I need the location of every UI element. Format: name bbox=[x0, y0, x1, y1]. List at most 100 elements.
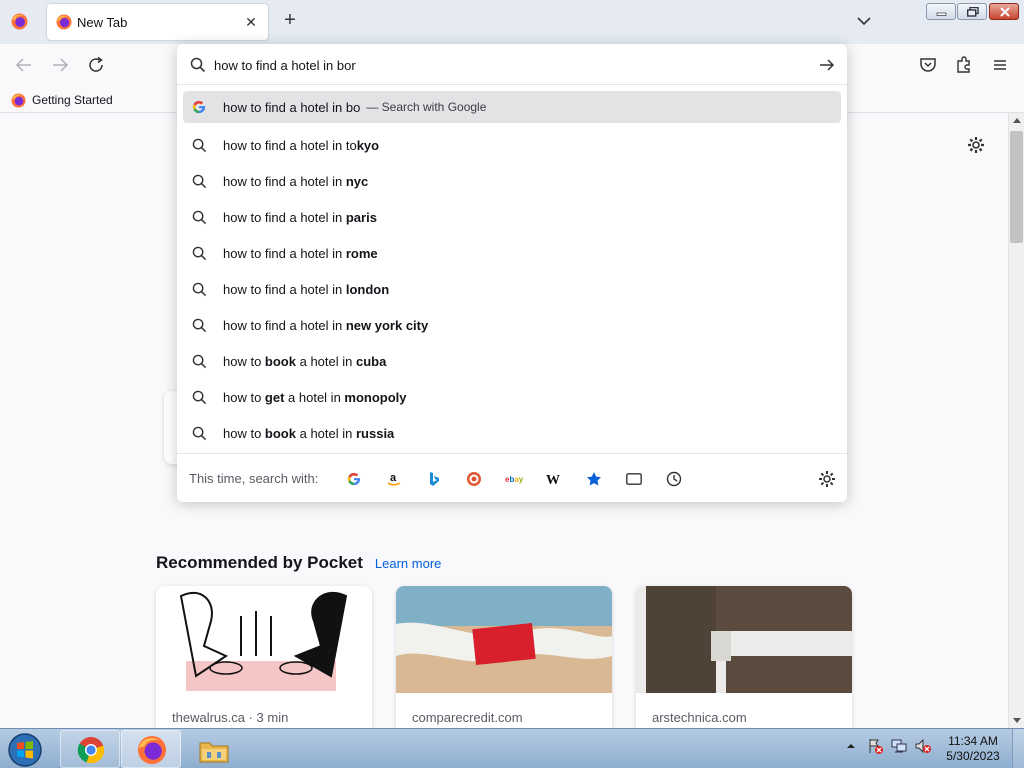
extensions-icon[interactable] bbox=[952, 53, 976, 77]
google-icon[interactable] bbox=[344, 469, 364, 489]
duckduckgo-icon[interactable] bbox=[464, 469, 484, 489]
restore-button[interactable] bbox=[957, 3, 987, 20]
suggestion-fragment: a hotel in bbox=[295, 353, 356, 369]
pocket-title: Recommended by Pocket bbox=[156, 553, 363, 572]
suggestion-text: how to get a hotel in monopoly bbox=[223, 390, 407, 405]
suggestion-row[interactable]: how to find a hotel in paris bbox=[183, 199, 841, 235]
suggestion-highlight: new york city bbox=[345, 317, 429, 333]
windows-start-icon[interactable] bbox=[4, 731, 46, 768]
search-icon bbox=[191, 281, 207, 297]
suggestion-fragment: how to bbox=[223, 425, 265, 441]
taskbar-chrome[interactable] bbox=[60, 730, 120, 768]
scroll-up-icon[interactable] bbox=[1013, 117, 1021, 123]
volume-muted-icon[interactable] bbox=[914, 737, 932, 755]
tabs-icon[interactable] bbox=[624, 469, 644, 489]
suggestion-highlight: paris bbox=[345, 209, 377, 225]
action-center-flag-icon[interactable] bbox=[866, 737, 884, 755]
story-source: arstechnica.com bbox=[652, 710, 747, 725]
suggestion-text: how to find a hotel in tokyo bbox=[223, 138, 379, 153]
gear-icon[interactable] bbox=[966, 135, 986, 155]
pocket-story-card[interactable]: thewalrus.ca · 3 min bbox=[156, 586, 372, 728]
suggestion-fragment: how to find a hotel in bbox=[223, 245, 346, 261]
suggestion-row[interactable]: how to find a hotel in london bbox=[183, 271, 841, 307]
suggestion-row[interactable]: how to find a hotel in rome bbox=[183, 235, 841, 271]
suggestion-text: how to find a hotel in rome bbox=[223, 246, 378, 261]
suggestion-text: how to book a hotel in russia bbox=[223, 426, 394, 441]
amazon-icon[interactable]: a bbox=[384, 469, 404, 489]
url-input[interactable] bbox=[214, 53, 794, 77]
suggestion-row[interactable]: how to book a hotel in russia bbox=[183, 415, 841, 451]
search-icon bbox=[191, 389, 207, 405]
bookmark-getting-started[interactable]: Getting Started bbox=[11, 91, 113, 109]
close-icon[interactable]: ✕ bbox=[242, 13, 260, 31]
windows-taskbar: 11:34 AM 5/30/2023 bbox=[0, 728, 1024, 768]
story-source: thewalrus.ca · 3 min bbox=[172, 710, 289, 725]
svg-text:ebay: ebay bbox=[505, 475, 523, 484]
suggestion-fragment: how to find a hotel in bbox=[223, 281, 346, 297]
suggestion-highlight: nyc bbox=[345, 173, 369, 189]
plus-icon[interactable]: + bbox=[278, 9, 302, 33]
firefox-icon[interactable] bbox=[11, 13, 28, 30]
suggestion-text: how to find a hotel in london bbox=[223, 282, 389, 297]
story-image bbox=[396, 586, 612, 693]
suggestion-fragment: how to bbox=[223, 389, 265, 405]
suggestion-fragment: how to find a hotel in bbox=[223, 209, 346, 225]
suggestion-row[interactable]: how to book a hotel in cuba bbox=[183, 343, 841, 379]
search-icon bbox=[191, 317, 207, 333]
suggestion-text: how to find a hotel in paris bbox=[223, 210, 377, 225]
svg-text:a: a bbox=[390, 472, 397, 484]
taskbar-firefox[interactable] bbox=[121, 730, 181, 768]
chrome-icon bbox=[77, 737, 105, 764]
scroll-down-icon[interactable] bbox=[1013, 718, 1021, 724]
ebay-icon[interactable]: ebay bbox=[504, 469, 524, 489]
suggestion-row[interactable]: how to find a hotel in bo — Search with G… bbox=[183, 91, 841, 123]
taskbar-file-explorer[interactable] bbox=[182, 730, 242, 768]
suggestion-highlight: kyo bbox=[356, 137, 380, 153]
tab-new-tab[interactable]: New Tab ✕ bbox=[47, 4, 268, 40]
chevron-down-icon[interactable] bbox=[852, 11, 876, 31]
firefox-icon bbox=[56, 14, 72, 30]
suggestion-text: how to find a hotel in bo bbox=[223, 100, 360, 115]
suggestion-highlight: monopoly bbox=[344, 389, 407, 405]
suggestion-text: how to book a hotel in cuba bbox=[223, 354, 386, 369]
minimize-icon bbox=[936, 12, 947, 16]
forward-arrow-icon[interactable] bbox=[48, 53, 72, 77]
reload-icon[interactable] bbox=[84, 53, 108, 77]
suggestion-highlight: book bbox=[264, 353, 296, 369]
pocket-icon[interactable] bbox=[916, 53, 940, 77]
suggestion-highlight: london bbox=[345, 281, 390, 297]
suggestion-fragment: how to find a hotel in bbox=[223, 317, 346, 333]
one-off-search-bar: This time, search with: a ebay W bbox=[177, 453, 847, 502]
back-arrow-icon[interactable] bbox=[12, 53, 36, 77]
clock-time: 11:34 AM bbox=[948, 734, 998, 748]
suggestion-row[interactable]: how to find a hotel in nyc bbox=[183, 163, 841, 199]
network-icon[interactable] bbox=[890, 737, 908, 755]
gear-icon[interactable] bbox=[817, 469, 837, 489]
search-icon bbox=[191, 425, 207, 441]
restore-icon bbox=[967, 7, 979, 17]
suggestion-row[interactable]: how to find a hotel in new york city bbox=[183, 307, 841, 343]
pocket-story-card[interactable]: comparecredit.com bbox=[396, 586, 612, 728]
search-icon bbox=[191, 245, 207, 261]
suggestion-row[interactable]: how to get a hotel in monopoly bbox=[183, 379, 841, 415]
hamburger-menu-icon[interactable] bbox=[988, 53, 1012, 77]
show-desktop-button[interactable] bbox=[1012, 729, 1024, 768]
suggestion-fragment: a hotel in bbox=[295, 425, 356, 441]
history-clock-icon[interactable] bbox=[664, 469, 684, 489]
bookmarks-star-icon[interactable] bbox=[584, 469, 604, 489]
page-scrollbar[interactable] bbox=[1008, 113, 1024, 728]
scrollbar-thumb[interactable] bbox=[1010, 131, 1023, 243]
bing-icon[interactable] bbox=[424, 469, 444, 489]
arrow-right-icon[interactable] bbox=[816, 54, 838, 76]
svg-text:W: W bbox=[546, 473, 560, 486]
taskbar-clock[interactable]: 11:34 AM 5/30/2023 bbox=[944, 734, 1002, 764]
suggestion-row[interactable]: how to find a hotel in tokyo bbox=[183, 127, 841, 163]
one-off-label: This time, search with: bbox=[189, 471, 319, 486]
minimize-button[interactable] bbox=[926, 3, 956, 20]
learn-more-link[interactable]: Learn more bbox=[375, 556, 441, 571]
pocket-story-card[interactable]: arstechnica.com bbox=[636, 586, 852, 728]
window-close-button[interactable] bbox=[989, 3, 1019, 20]
wikipedia-icon[interactable]: W bbox=[544, 469, 564, 489]
show-hidden-icons-arrow[interactable] bbox=[842, 737, 860, 755]
search-icon bbox=[191, 137, 207, 153]
